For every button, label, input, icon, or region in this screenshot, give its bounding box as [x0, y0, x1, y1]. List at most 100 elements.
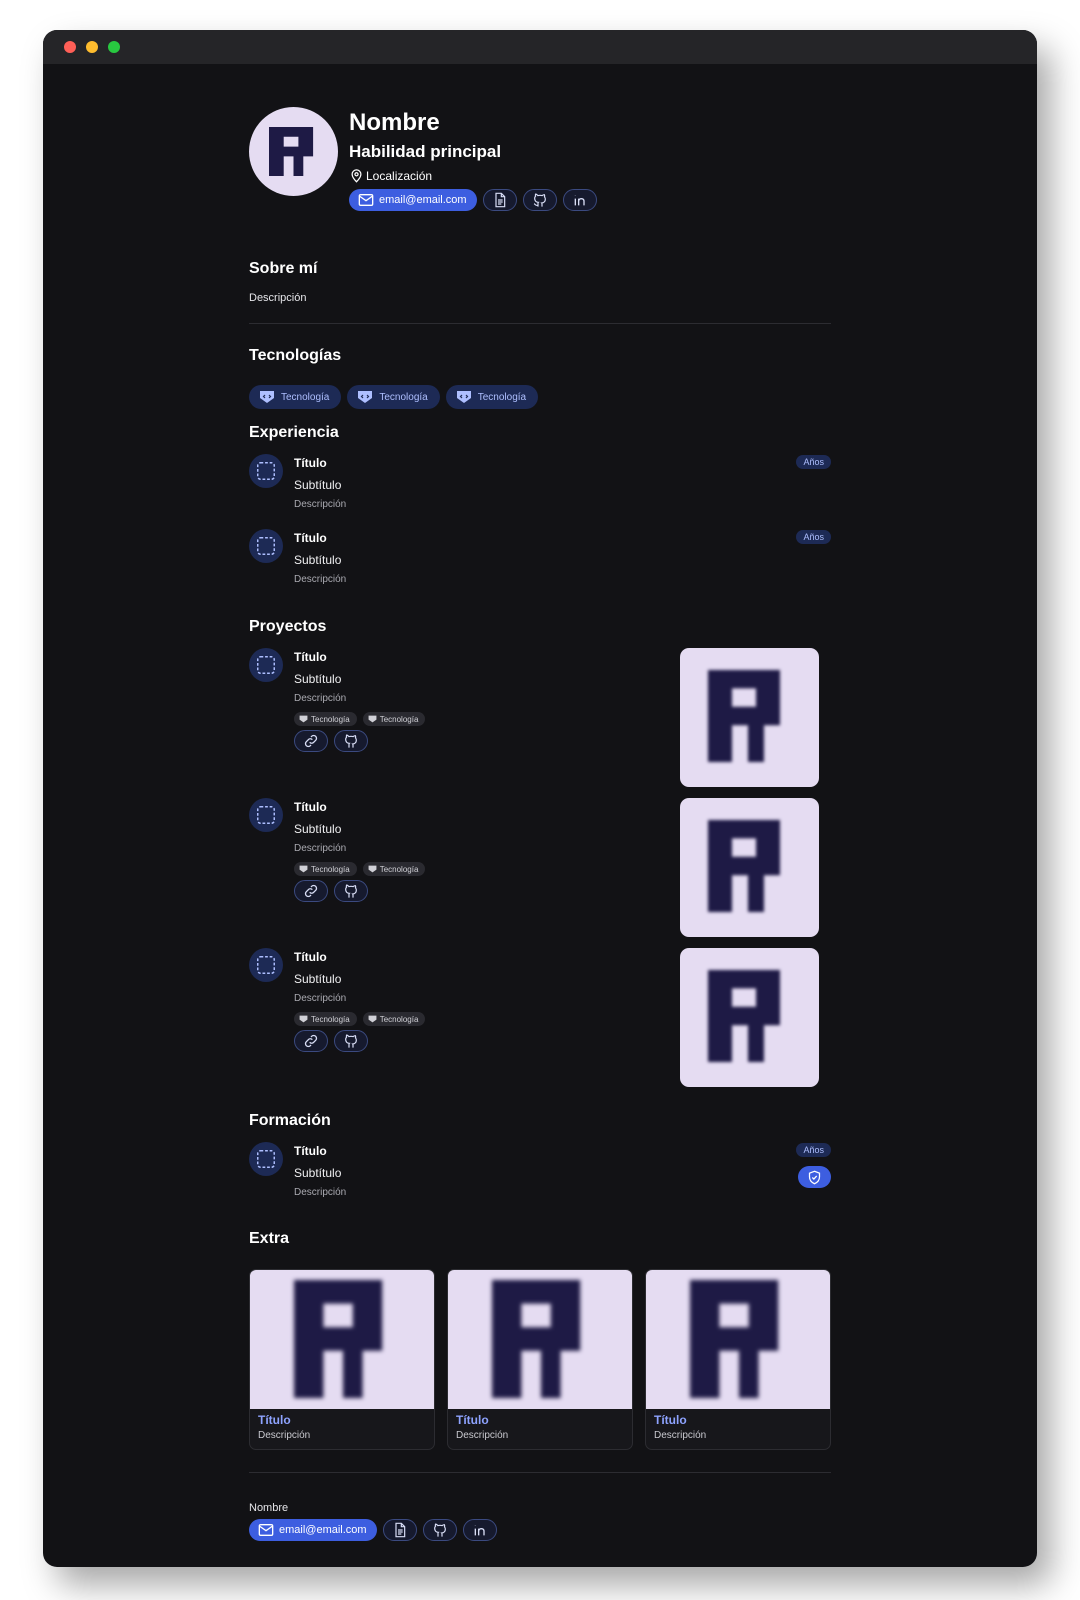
github-icon: [433, 1523, 446, 1537]
github-icon: [533, 193, 546, 207]
linkedin-button[interactable]: [562, 189, 597, 211]
technology-chip: Tecnología: [294, 1012, 357, 1026]
extra-card[interactable]: Título Descripción: [249, 1269, 435, 1450]
github-icon: [345, 734, 357, 748]
placeholder-icon: [249, 798, 283, 832]
years-badge: Años: [796, 455, 831, 469]
technology-chip: Tecnología: [294, 862, 357, 876]
code-shield-icon: [368, 865, 377, 873]
cv-button[interactable]: [482, 189, 517, 211]
project-item: Título Subtítulo Descripción Tecnología …: [249, 948, 831, 1088]
code-shield-icon: [299, 715, 308, 723]
document-icon: [394, 1522, 405, 1538]
code-shield-icon: [368, 715, 377, 723]
location-text: Localización: [366, 168, 433, 183]
code-shield-icon: [260, 391, 274, 403]
project-link-button[interactable]: [294, 880, 328, 902]
years-badge: Años: [796, 1143, 831, 1157]
email-label: email@email.com: [279, 1524, 367, 1536]
certificate-button[interactable]: [798, 1166, 831, 1188]
technology-label: Tecnología: [311, 864, 350, 874]
item-title: Título: [294, 950, 327, 964]
project-github-button[interactable]: [334, 880, 368, 902]
technologies-list: Tecnología Tecnología Tecnología: [249, 385, 539, 409]
technology-chip: Tecnología: [294, 712, 357, 726]
r-logo-icon: [294, 1280, 383, 1398]
item-title: Título: [294, 650, 327, 664]
document-icon: [494, 192, 505, 208]
email-button[interactable]: email@email.com: [349, 189, 477, 211]
education-heading: Formación: [249, 1112, 331, 1129]
mail-icon: [358, 194, 374, 206]
email-button[interactable]: email@email.com: [249, 1519, 377, 1541]
project-image: [680, 948, 819, 1087]
r-logo-icon: [690, 1280, 779, 1398]
placeholder-icon: [249, 529, 283, 563]
item-subtitle: Subtítulo: [294, 1166, 342, 1180]
code-shield-icon: [358, 391, 373, 403]
github-button[interactable]: [422, 1519, 457, 1541]
code-shield-icon: [456, 391, 471, 403]
r-logo-icon: [492, 1280, 581, 1398]
item-description: Descripción: [294, 574, 347, 585]
github-button[interactable]: [522, 189, 557, 211]
location-pin-icon: [351, 169, 362, 183]
project-links: [294, 730, 368, 752]
divider: [249, 323, 831, 324]
r-logo-icon: [708, 970, 780, 1062]
experience-item: Título Subtítulo Descripción Años: [249, 529, 831, 589]
technology-label: Tecnología: [477, 391, 527, 403]
extra-card[interactable]: Título Descripción: [645, 1269, 831, 1450]
project-github-button[interactable]: [334, 1030, 368, 1052]
cv-button[interactable]: [382, 1519, 417, 1541]
code-shield-icon: [368, 1015, 377, 1023]
r-logo-icon: [708, 820, 780, 912]
card-image: [646, 1270, 830, 1409]
project-link-button[interactable]: [294, 730, 328, 752]
minimize-window-button[interactable]: [86, 41, 98, 53]
project-item: Título Subtítulo Descripción Tecnología …: [249, 798, 831, 938]
about-heading: Sobre mí: [249, 260, 318, 277]
linkedin-icon: [574, 195, 585, 206]
item-description: Descripción: [294, 693, 347, 704]
project-image: [680, 798, 819, 937]
close-window-button[interactable]: [64, 41, 76, 53]
technology-label: Tecnología: [379, 1014, 419, 1024]
technology-label: Tecnología: [379, 391, 428, 403]
r-logo-icon: [269, 127, 314, 176]
technology-label: Tecnología: [379, 714, 419, 724]
code-shield-icon: [299, 1015, 308, 1023]
card-description: Descripción: [258, 1430, 311, 1441]
extra-heading: Extra: [249, 1230, 290, 1247]
project-technologies: Tecnología Tecnología: [294, 1012, 426, 1026]
technology-chip: Tecnología: [362, 862, 426, 876]
item-title: Título: [294, 1144, 327, 1158]
footer-name: Nombre: [249, 1502, 289, 1514]
footer-links: email@email.com: [249, 1519, 497, 1541]
project-item: Título Subtítulo Descripción Tecnología …: [249, 648, 831, 788]
project-technologies: Tecnología Tecnología: [294, 862, 426, 876]
profile-header: Nombre Habilidad principal Localización …: [249, 107, 831, 217]
shield-check-icon: [808, 1170, 821, 1184]
project-links: [294, 1030, 368, 1052]
project-link-button[interactable]: [294, 1030, 328, 1052]
item-title: Título: [294, 531, 327, 545]
github-icon: [345, 1034, 357, 1048]
placeholder-icon: [249, 648, 283, 682]
item-subtitle: Subtítulo: [294, 972, 342, 986]
placeholder-icon: [249, 948, 283, 982]
zoom-window-button[interactable]: [108, 41, 120, 53]
technology-label: Tecnología: [281, 391, 330, 403]
extra-card[interactable]: Título Descripción: [447, 1269, 633, 1450]
project-github-button[interactable]: [334, 730, 368, 752]
technology-chip: Tecnología: [362, 712, 426, 726]
card-description: Descripción: [654, 1430, 707, 1441]
github-icon: [345, 884, 357, 898]
card-title: Título: [456, 1413, 489, 1427]
experience-item: Título Subtítulo Descripción Años: [249, 454, 831, 514]
linkedin-button[interactable]: [462, 1519, 497, 1541]
item-subtitle: Subtítulo: [294, 822, 342, 836]
technology-label: Tecnología: [311, 714, 350, 724]
avatar: [249, 107, 338, 196]
link-icon: [304, 884, 318, 898]
